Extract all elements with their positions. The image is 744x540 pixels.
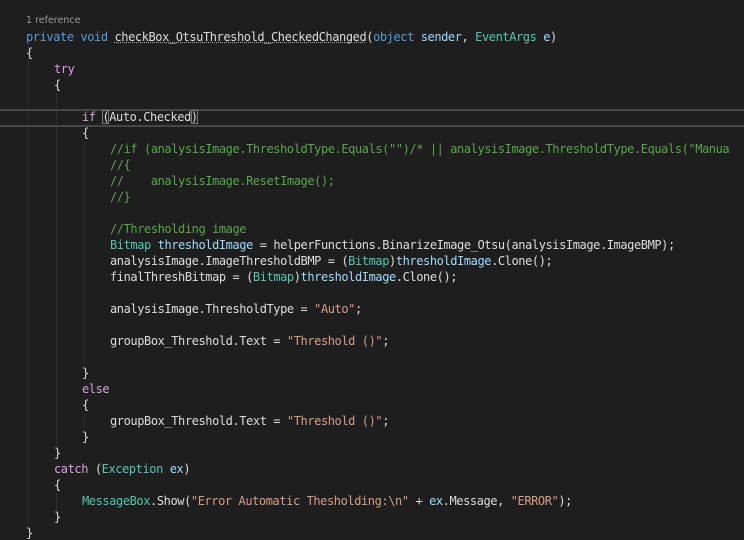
code-line-close-brace[interactable]: } [82,365,89,381]
operator: + [408,494,430,508]
code-line-open-brace[interactable]: { [54,77,61,93]
indent-guide [84,142,85,364]
punctuation: , [461,30,469,44]
type-bitmap: Bitmap [110,238,151,252]
punctuation: ) [183,462,191,476]
punctuation: ); [558,494,572,508]
code-line-close-brace[interactable]: } [54,445,61,461]
code-line-comment[interactable]: //if (analysisImage.ThresholdType.Equals… [110,141,730,157]
code-line-messagebox[interactable]: MessageBox.Show("Error Automatic Theshol… [82,493,572,509]
code-line-comment[interactable]: //} [110,189,131,205]
codelens-references[interactable]: 1 reference [26,15,80,26]
code-line-catch[interactable]: catch (Exception ex) [54,461,191,477]
code-line-assignment[interactable]: analysisImage.ImageThresholdBMP = (Bitma… [110,253,553,269]
expression: groupBox_Threshold.Text = [110,334,287,348]
punctuation: ; [382,414,389,428]
code-line-open-brace[interactable]: { [54,477,61,493]
code-line-comment[interactable]: // analysisImage.ResetImage(); [110,173,335,189]
code-line-else[interactable]: else [82,381,110,397]
keyword-if: if [82,110,96,124]
indent-guide [56,94,57,444]
variable-thresholdimage: thresholdImage [300,270,397,284]
expression: .Clone(); [395,270,458,284]
variable-thresholdimage: thresholdImage [157,238,254,252]
indent-guide [84,414,85,428]
type-bitmap: Bitmap [252,270,294,284]
condition-expression: Auto.Checked [109,110,191,124]
punctuation: ) [389,254,396,268]
type-messagebox: MessageBox [82,494,151,508]
code-line-assignment[interactable]: finalThreshBitmap = (Bitmap)thresholdIma… [110,269,457,285]
expression: analysisImage.ThresholdType = [110,302,315,316]
punctuation: ( [184,494,191,508]
punctuation: ) [550,30,557,44]
variable-ex: ex [429,494,443,508]
type-eventargs: EventArgs [475,30,537,44]
code-line-close-brace[interactable]: } [82,429,89,445]
keyword-catch: catch [54,462,89,476]
code-line-assignment[interactable]: groupBox_Threshold.Text = "Threshold ()"… [110,413,389,429]
code-line-method-signature[interactable]: private void checkBox_OtsuThreshold_Chec… [26,29,557,45]
punctuation: ; [382,334,389,348]
code-line-open-brace[interactable]: { [82,397,89,413]
expression: finalThreshBitmap = ( [110,270,253,284]
code-line-close-brace[interactable]: } [26,525,33,540]
code-line-comment[interactable]: //Thresholding image [110,221,247,237]
code-line-close-brace[interactable]: } [54,509,61,525]
brace-match-close: ) [190,110,198,124]
type-bitmap: Bitmap [348,254,389,268]
keyword-void: void [80,30,108,44]
variable-thresholdimage: thresholdImage [395,254,492,268]
string-literal: "ERROR" [510,494,559,508]
punctuation: ) [293,270,301,284]
code-line-open-brace[interactable]: { [26,45,33,61]
punctuation: . [150,494,157,508]
string-literal: "Auto" [314,302,355,316]
punctuation: ( [88,462,102,476]
expression: .Clone(); [491,254,553,268]
code-line-assignment[interactable]: analysisImage.ThresholdType = "Auto"; [110,301,362,317]
code-editor[interactable]: 1 reference private void checkBox_OtsuTh… [0,0,744,540]
param-sender: sender [420,30,462,44]
code-line-bitmap-declaration[interactable]: Bitmap thresholdImage = helperFunctions.… [110,237,675,253]
code-line-try[interactable]: try [54,61,75,77]
member-access: .Message, [442,494,511,508]
type-exception: Exception [101,462,164,476]
keyword-private: private [26,30,74,44]
string-literal: "Error Automatic Thesholding:\n" [190,494,409,508]
variable-ex: ex [169,462,184,476]
expression: groupBox_Threshold.Text = [110,414,287,428]
keyword-object: object [373,30,414,44]
string-literal: "Threshold ()" [286,334,383,348]
method-show: Show [156,494,185,508]
punctuation: ; [354,302,362,316]
expression: analysisImage.ImageThresholdBMP = ( [110,254,349,268]
method-name[interactable]: checkBox_OtsuThreshold_CheckedChanged [114,30,366,44]
code-line-if[interactable]: if (Auto.Checked) [82,109,198,125]
string-literal: "Threshold ()" [286,414,383,428]
code-line-open-brace[interactable]: { [82,125,89,141]
expression: = helperFunctions.BinarizeImage_Otsu(ana… [252,238,676,252]
code-line-comment[interactable]: //{ [110,157,131,173]
code-line-assignment[interactable]: groupBox_Threshold.Text = "Threshold ()"… [110,333,389,349]
